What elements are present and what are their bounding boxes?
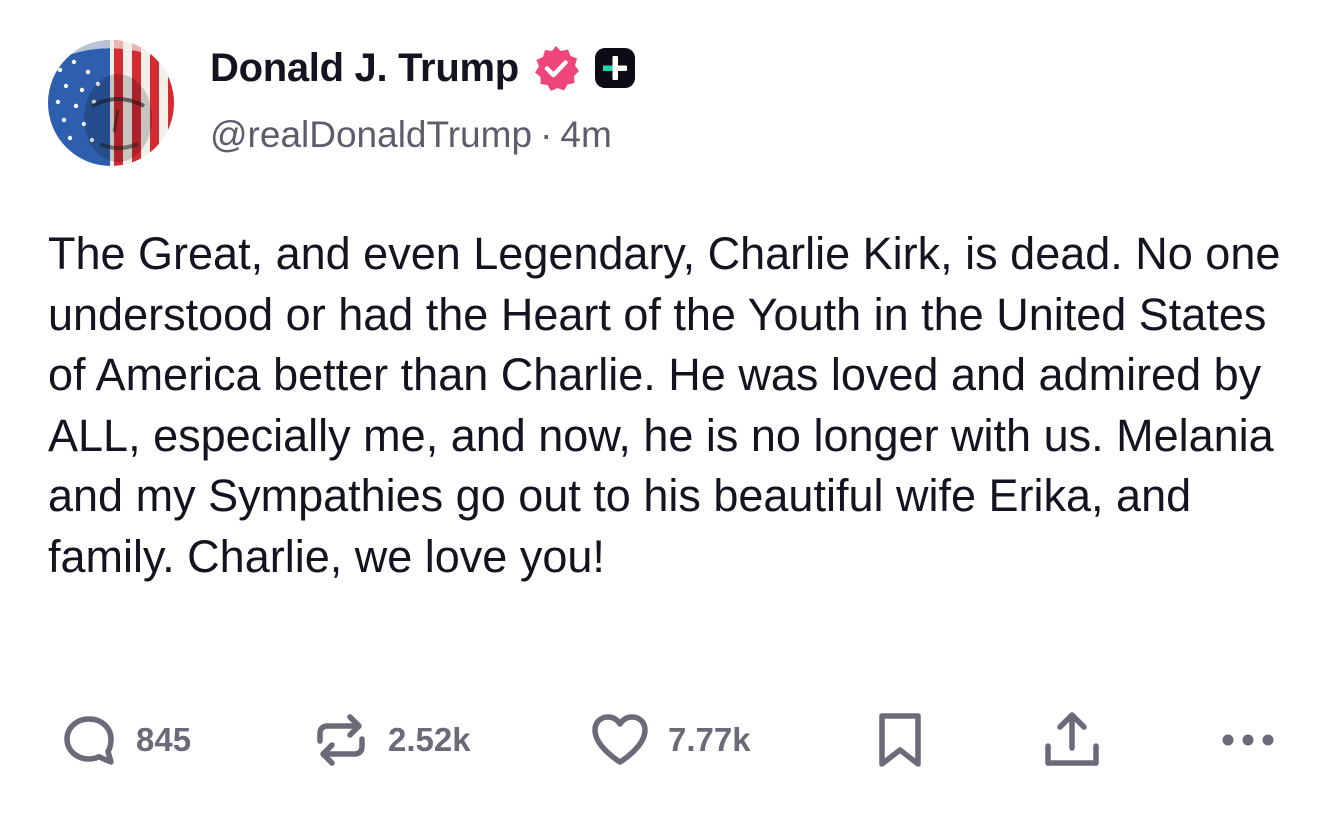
like-button[interactable]: 7.77k (590, 700, 751, 780)
bookmark-button[interactable] (872, 700, 928, 780)
share-icon (1040, 710, 1104, 770)
truth-plus-badge-icon (593, 46, 637, 90)
heart-icon (590, 712, 650, 768)
bookmark-icon (872, 710, 928, 770)
post-card: Donald J. Trump @realDonaldTrump · 4m The … (0, 0, 1344, 820)
post-text: The Great, and even Legendary, Charlie K… (48, 228, 1281, 582)
more-options-button[interactable] (1218, 700, 1278, 780)
reply-icon (62, 712, 118, 768)
verified-badge-icon (531, 43, 581, 93)
reply-count: 845 (136, 721, 192, 758)
retruth-icon (312, 711, 370, 769)
action-bar: 845 2.52k 7.77k (0, 700, 1344, 780)
author-handle[interactable]: @realDonaldTrump (210, 114, 532, 155)
retruth-button[interactable]: 2.52k (312, 700, 471, 780)
author-name-row: Donald J. Trump (210, 40, 637, 96)
more-options-icon (1218, 730, 1278, 750)
post-timestamp[interactable]: 4m (560, 114, 611, 155)
meta-separator: · (540, 114, 553, 155)
share-button[interactable] (1040, 700, 1104, 780)
avatar-image (48, 40, 174, 166)
retruth-count: 2.52k (388, 721, 471, 758)
reply-button[interactable]: 845 (62, 700, 191, 780)
like-count: 7.77k (668, 721, 751, 758)
author-display-name[interactable]: Donald J. Trump (210, 46, 519, 91)
author-meta-row: @realDonaldTrump · 4m (210, 114, 612, 156)
avatar[interactable] (48, 40, 174, 166)
